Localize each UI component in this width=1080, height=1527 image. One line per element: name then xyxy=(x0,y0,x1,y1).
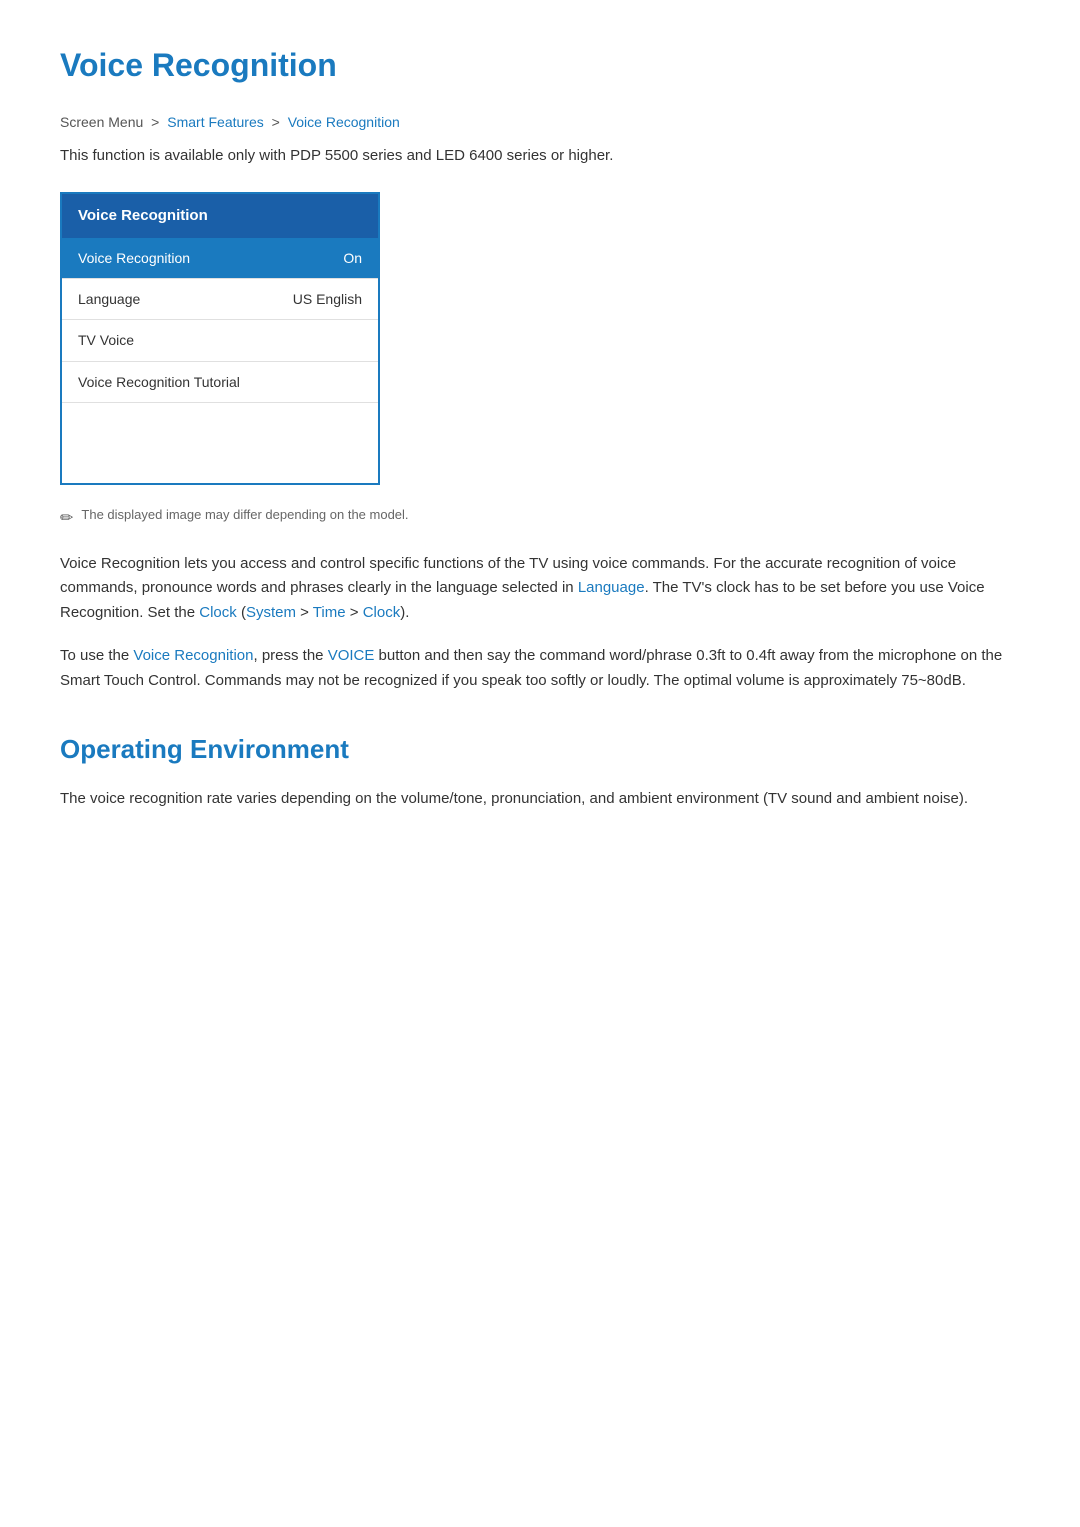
breadcrumb-screen-menu: Screen Menu xyxy=(60,114,143,130)
breadcrumb-sep-2: > xyxy=(272,114,280,130)
voice-recognition-link[interactable]: Voice Recognition xyxy=(133,647,253,664)
menu-item-tutorial-label: Voice Recognition Tutorial xyxy=(78,371,240,393)
voice-recognition-menu: Voice Recognition Voice Recognition On L… xyxy=(60,192,380,486)
pencil-icon: ✏ xyxy=(60,506,73,532)
breadcrumb: Screen Menu > Smart Features > Voice Rec… xyxy=(60,111,1020,133)
breadcrumb-smart-features[interactable]: Smart Features xyxy=(167,114,263,130)
clock-link[interactable]: Clock xyxy=(199,604,237,621)
system-link[interactable]: System xyxy=(246,604,296,621)
menu-item-tv-voice-label: TV Voice xyxy=(78,329,134,351)
image-note-row: ✏ The displayed image may differ dependi… xyxy=(60,505,1020,532)
breadcrumb-voice-recognition[interactable]: Voice Recognition xyxy=(288,114,400,130)
menu-item-tv-voice[interactable]: TV Voice xyxy=(62,320,378,361)
operating-environment-title: Operating Environment xyxy=(60,729,1020,771)
operating-environment-body: The voice recognition rate varies depend… xyxy=(60,787,1020,812)
voice-button-link[interactable]: VOICE xyxy=(328,647,375,664)
menu-item-language-value: US English xyxy=(293,288,362,310)
menu-title: Voice Recognition xyxy=(62,194,378,238)
menu-item-voice-recognition-label: Voice Recognition xyxy=(78,247,190,269)
menu-item-language-label: Language xyxy=(78,288,140,310)
availability-note: This function is available only with PDP… xyxy=(60,144,1020,168)
body-paragraph-2: To use the Voice Recognition, press the … xyxy=(60,644,1020,694)
menu-spacer xyxy=(62,403,378,483)
body-paragraph-1: Voice Recognition lets you access and co… xyxy=(60,552,1020,626)
image-note-text: The displayed image may differ depending… xyxy=(81,505,408,526)
time-link[interactable]: Time xyxy=(313,604,346,621)
language-link[interactable]: Language xyxy=(578,579,645,596)
menu-item-voice-recognition-value: On xyxy=(343,247,362,269)
page-title: Voice Recognition xyxy=(60,40,1020,91)
menu-item-tutorial[interactable]: Voice Recognition Tutorial xyxy=(62,362,378,403)
clock-link-2[interactable]: Clock xyxy=(363,604,401,621)
menu-item-voice-recognition[interactable]: Voice Recognition On xyxy=(62,238,378,279)
breadcrumb-sep-1: > xyxy=(151,114,159,130)
menu-item-language[interactable]: Language US English xyxy=(62,279,378,320)
